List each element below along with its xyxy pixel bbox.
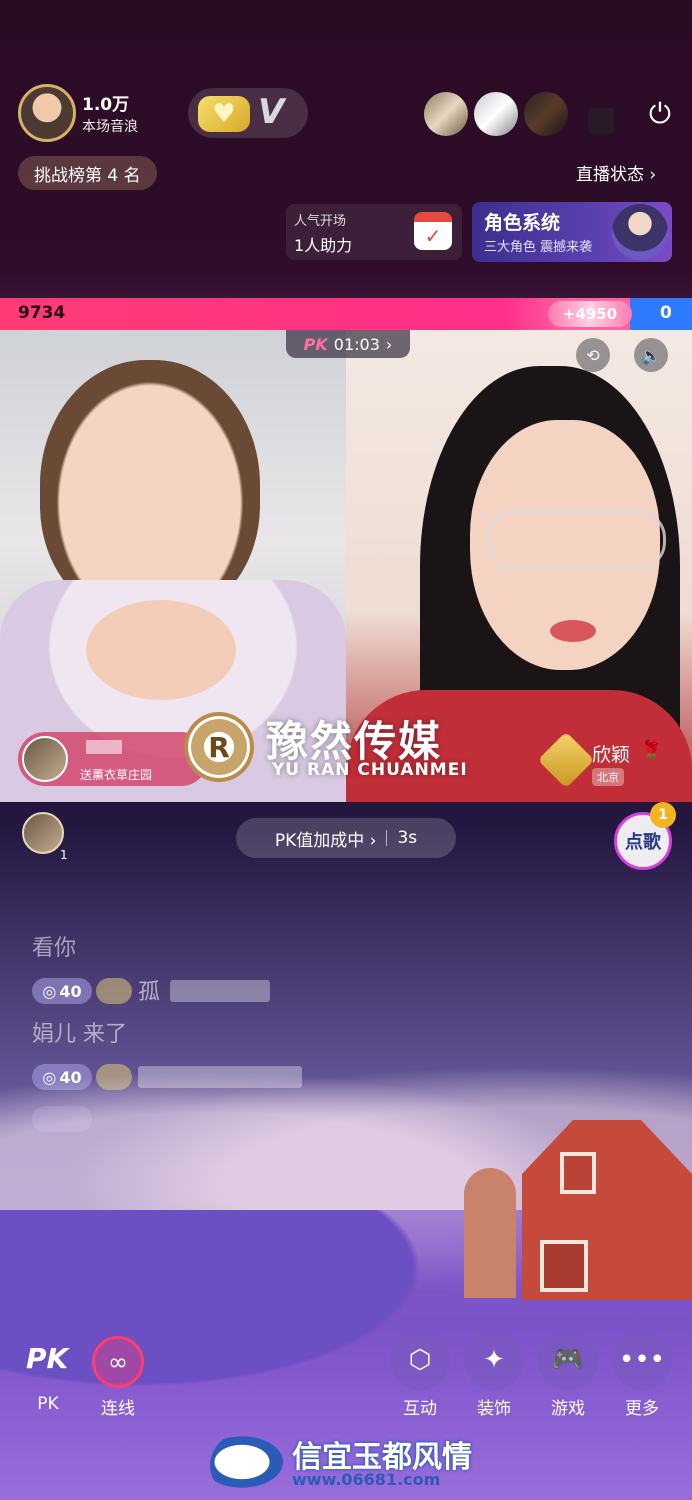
watermark-logo: R <box>184 712 254 782</box>
guest-avatar[interactable] <box>22 812 64 854</box>
chat-username-blurred <box>170 980 270 1002</box>
pk-right-score: 0 <box>660 303 672 323</box>
user-level-badge: ◎ 40 <box>32 978 92 1004</box>
rotate-icon[interactable]: ⟲ <box>576 338 610 372</box>
speaker-icon[interactable]: 🔈 <box>634 338 668 372</box>
gift-sender-avatar[interactable] <box>22 736 68 782</box>
level-value: 40 <box>59 981 82 1001</box>
popularity-title: 人气开场 <box>294 214 347 229</box>
interact-icon[interactable]: ⬡ <box>390 1330 450 1390</box>
pk-timer-arrow: › <box>385 334 393 354</box>
pk-label[interactable]: PK <box>18 1394 78 1414</box>
role-system-title: 角色系统 <box>484 212 561 234</box>
interact-label[interactable]: 互动 <box>390 1394 450 1419</box>
barn-window <box>560 1152 596 1194</box>
opponent-name[interactable]: 欣颖 <box>592 740 630 767</box>
popularity-subtitle: 1人助力 <box>294 236 353 255</box>
host-audio-label: 本场音浪 <box>82 119 138 135</box>
gift-sender-name-blurred <box>86 740 122 754</box>
guest-count: 1 <box>60 848 68 862</box>
game-label[interactable]: 游戏 <box>538 1394 598 1419</box>
rose-icon: 🌹 <box>640 740 663 761</box>
watermark-en: YU RAN CHUANMEI <box>272 760 468 780</box>
heart-icon[interactable]: ♥ <box>198 96 250 132</box>
vip-badge[interactable]: V <box>258 92 284 132</box>
viewer-avatar[interactable] <box>524 92 568 136</box>
pk-bonus-label: PK值加成中 › <box>274 830 377 851</box>
fan-level-badge <box>96 978 132 1004</box>
opponent-lips <box>550 620 596 642</box>
pk-bonus-pill[interactable]: PK值加成中 › 3s <box>236 818 456 858</box>
viewer-count[interactable] <box>588 108 614 134</box>
host-audio-value: 1.0万 <box>82 95 130 115</box>
chat-username[interactable]: 孤 <box>138 974 160 1006</box>
host-hands <box>86 600 236 700</box>
more-label[interactable]: 更多 <box>612 1394 672 1419</box>
link-label[interactable]: 连线 <box>88 1394 148 1419</box>
viewer-avatar[interactable] <box>424 92 468 136</box>
decor-wand-icon[interactable]: ✦ <box>464 1330 524 1390</box>
more-icon[interactable]: ••• <box>612 1330 672 1390</box>
site-watermark-logo <box>210 1432 290 1492</box>
pk-logo: PK <box>303 334 328 354</box>
host-avatar[interactable] <box>18 84 76 142</box>
decor-label[interactable]: 装饰 <box>464 1394 524 1419</box>
opponent-city: 北京 <box>592 768 624 786</box>
site-watermark-url: www.06681.com <box>292 1470 441 1489</box>
level-icon: ◎ <box>42 981 57 1001</box>
pk-timer-value: 01:03 <box>333 334 380 354</box>
pk-left-score: 9734 <box>18 303 66 323</box>
opponent-glasses <box>486 510 666 570</box>
chat-message: 看你 <box>32 936 77 961</box>
role-character-image <box>612 204 668 260</box>
power-icon[interactable]: ⏻ <box>640 94 680 134</box>
barn-door <box>540 1240 588 1292</box>
pk-bonus-seconds: 3s <box>397 828 418 848</box>
link-icon[interactable]: ∞ <box>92 1336 144 1388</box>
song-request-badge: 1 <box>650 802 676 828</box>
chat-message: 娟儿 来了 <box>32 1022 127 1047</box>
pk-bonus-score: +4950 <box>548 301 632 327</box>
gift-text: 送薰衣草庄园 <box>80 768 153 782</box>
silo-image <box>464 1168 516 1298</box>
viewer-avatar[interactable] <box>474 92 518 136</box>
pk-timer[interactable]: PK 01:03 › <box>286 330 410 358</box>
challenge-rank[interactable]: 挑战榜第 4 名 <box>18 156 157 190</box>
calendar-check-icon: ✓ <box>414 212 452 250</box>
live-status-link[interactable]: 直播状态 › <box>576 160 656 185</box>
gamepad-icon[interactable]: 🎮 <box>538 1330 598 1390</box>
pk-icon[interactable]: PK <box>26 1342 68 1375</box>
pk-score-bar <box>0 298 630 330</box>
role-system-subtitle: 三大角色 震撼来袭 <box>484 240 593 255</box>
divider <box>386 830 388 846</box>
